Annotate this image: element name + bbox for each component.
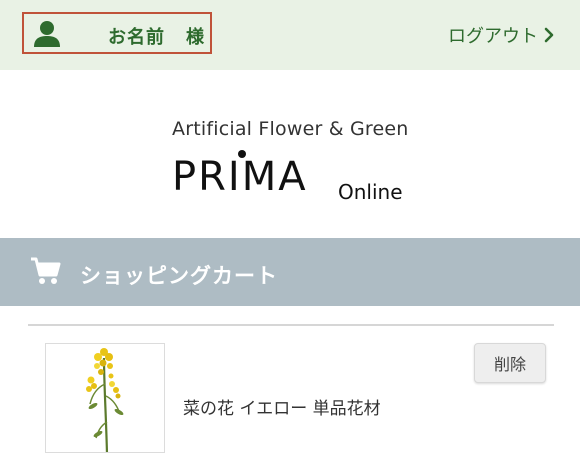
logout-label: ログアウト <box>448 26 538 47</box>
logo-tagline: Artificial Flower & Green <box>172 118 409 140</box>
person-icon <box>32 20 62 48</box>
shopping-cart-icon <box>30 256 62 286</box>
divider <box>28 324 554 326</box>
product-thumbnail[interactable] <box>45 343 165 453</box>
section-header: ショッピングカート <box>0 238 580 306</box>
user-info[interactable]: お名前 様 <box>22 12 212 54</box>
logout-link[interactable]: ログアウト <box>448 22 554 48</box>
product-name[interactable]: 菜の花 イエロー 単品花材 <box>183 394 381 419</box>
user-honorific: 様 <box>186 27 204 48</box>
logo-brand: PRIMA <box>172 154 308 200</box>
logo-suffix: Online <box>338 180 403 204</box>
user-name: お名前 <box>108 27 165 48</box>
site-logo[interactable]: Artificial Flower & Green PRIMA Online <box>172 118 412 218</box>
yellow-flower-image <box>86 348 124 452</box>
delete-button[interactable]: 削除 <box>474 343 546 383</box>
section-title: ショッピングカート <box>80 264 278 288</box>
top-bar: お名前 様 ログアウト <box>0 0 580 70</box>
chevron-right-icon <box>544 27 554 43</box>
